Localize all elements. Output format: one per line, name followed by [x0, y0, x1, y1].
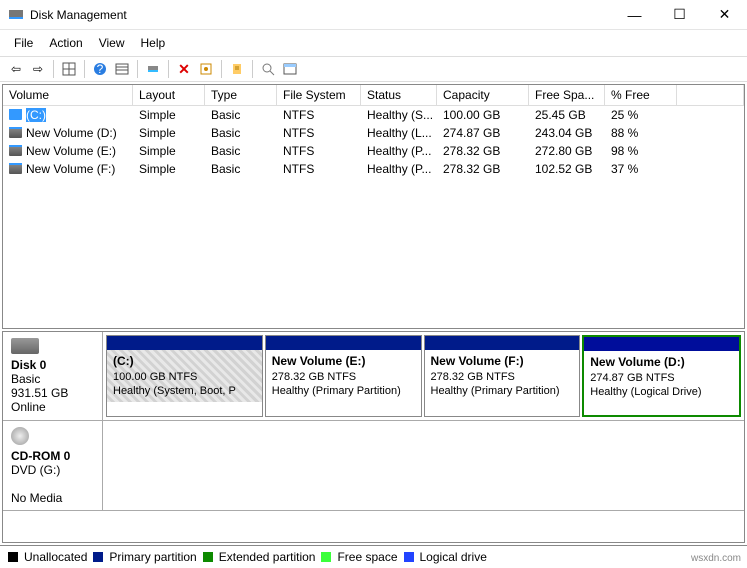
- list-icon[interactable]: [112, 59, 132, 79]
- col-pct[interactable]: % Free: [605, 85, 677, 106]
- col-type[interactable]: Type: [205, 85, 277, 106]
- cdrom-icon: [11, 427, 29, 445]
- col-layout[interactable]: Layout: [133, 85, 205, 106]
- cdrom-label: CD-ROM 0 DVD (G:) No Media: [3, 421, 103, 510]
- volume-row[interactable]: New Volume (F:)SimpleBasicNTFSHealthy (P…: [3, 160, 744, 178]
- volume-row[interactable]: (C:)SimpleBasicNTFSHealthy (S...100.00 G…: [3, 106, 744, 124]
- partition[interactable]: New Volume (E:)278.32 GB NTFSHealthy (Pr…: [265, 335, 422, 417]
- svg-text:?: ?: [97, 62, 104, 76]
- legend-swatch-free: [321, 552, 331, 562]
- help-icon[interactable]: ?: [90, 59, 110, 79]
- app-icon: [8, 7, 24, 23]
- toolbar: ⇦ ⇨ ? ✕: [0, 56, 747, 82]
- menu-bar: File Action View Help: [0, 30, 747, 56]
- menu-action[interactable]: Action: [41, 32, 90, 54]
- volume-icon: [9, 164, 22, 174]
- maximize-button[interactable]: ☐: [657, 0, 702, 30]
- volume-icon: [9, 128, 22, 138]
- minimize-button[interactable]: —: [612, 0, 657, 30]
- delete-icon[interactable]: ✕: [174, 59, 194, 79]
- titlebar: Disk Management — ☐ ✕: [0, 0, 747, 30]
- menu-help[interactable]: Help: [133, 32, 174, 54]
- volume-row[interactable]: New Volume (E:)SimpleBasicNTFSHealthy (P…: [3, 142, 744, 160]
- legend-swatch-unallocated: [8, 552, 18, 562]
- panel-icon[interactable]: [280, 59, 300, 79]
- cdrom-row[interactable]: CD-ROM 0 DVD (G:) No Media: [3, 421, 744, 511]
- partition[interactable]: New Volume (D:)274.87 GB NTFSHealthy (Lo…: [582, 335, 741, 417]
- volume-list-header: Volume Layout Type File System Status Ca…: [3, 85, 744, 106]
- forward-icon[interactable]: ⇨: [28, 59, 48, 79]
- legend: Unallocated Primary partition Extended p…: [0, 545, 747, 568]
- menu-view[interactable]: View: [91, 32, 133, 54]
- col-free[interactable]: Free Spa...: [529, 85, 605, 106]
- legend-swatch-logical: [404, 552, 414, 562]
- disk-icon: [11, 338, 39, 354]
- refresh-icon[interactable]: [143, 59, 163, 79]
- legend-swatch-extended: [203, 552, 213, 562]
- back-icon[interactable]: ⇦: [6, 59, 26, 79]
- disk-0-row[interactable]: Disk 0 Basic 931.51 GB Online (C:)100.00…: [3, 332, 744, 421]
- volume-list: Volume Layout Type File System Status Ca…: [2, 84, 745, 329]
- grid-icon[interactable]: [59, 59, 79, 79]
- volume-icon: [9, 110, 22, 120]
- col-volume[interactable]: Volume: [3, 85, 133, 106]
- menu-file[interactable]: File: [6, 32, 41, 54]
- search-icon[interactable]: [258, 59, 278, 79]
- window-title: Disk Management: [30, 8, 612, 22]
- partition[interactable]: New Volume (F:)278.32 GB NTFSHealthy (Pr…: [424, 335, 581, 417]
- action-icon[interactable]: [227, 59, 247, 79]
- graphical-view: Disk 0 Basic 931.51 GB Online (C:)100.00…: [2, 331, 745, 543]
- close-button[interactable]: ✕: [702, 0, 747, 30]
- legend-swatch-primary: [93, 552, 103, 562]
- col-spacer: [677, 85, 744, 106]
- col-status[interactable]: Status: [361, 85, 437, 106]
- disk-0-label: Disk 0 Basic 931.51 GB Online: [3, 332, 103, 420]
- col-fs[interactable]: File System: [277, 85, 361, 106]
- settings-icon[interactable]: [196, 59, 216, 79]
- partition[interactable]: (C:)100.00 GB NTFSHealthy (System, Boot,…: [106, 335, 263, 417]
- volume-icon: [9, 146, 22, 156]
- col-capacity[interactable]: Capacity: [437, 85, 529, 106]
- watermark: wsxdn.com: [691, 553, 741, 564]
- volume-row[interactable]: New Volume (D:)SimpleBasicNTFSHealthy (L…: [3, 124, 744, 142]
